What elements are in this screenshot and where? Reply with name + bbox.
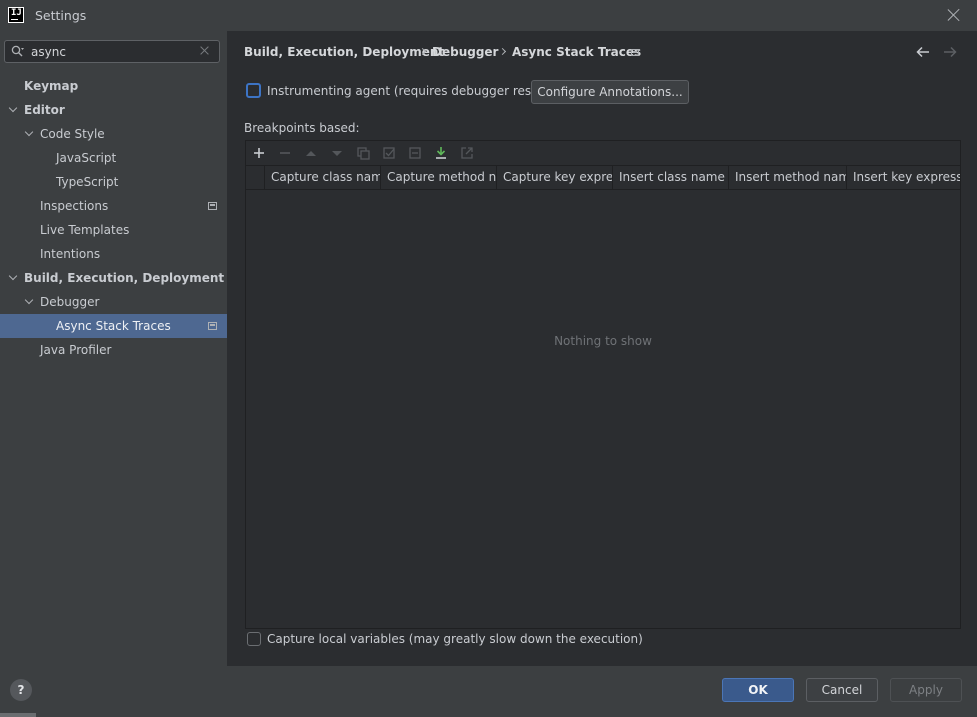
chevron-right-icon — [500, 49, 506, 55]
sidebar-item-label: Build, Execution, Deployment — [24, 271, 225, 285]
sidebar-item-label: Java Profiler — [40, 343, 112, 357]
column-header[interactable]: Capture method n... — [380, 166, 496, 189]
move-up-icon[interactable] — [304, 146, 318, 160]
column-header[interactable]: Insert class name — [612, 166, 728, 189]
sidebar-item-java-profiler[interactable]: Java Profiler — [0, 338, 227, 362]
sidebar-item-async-stack-traces[interactable]: Async Stack Traces — [0, 314, 227, 338]
settings-tree: Keymap Editor Code Style JavaScript TypeScri… — [0, 74, 227, 362]
close-icon[interactable] — [947, 8, 961, 22]
chevron-down-icon[interactable] — [9, 274, 17, 282]
window-title: Settings — [35, 8, 87, 23]
sidebar-item-javascript[interactable]: JavaScript — [0, 146, 227, 170]
settings-content: Build, Execution, Deployment Debugger Asyn… — [227, 31, 977, 666]
breakpoints-table-panel: Capture class name Capture method n... Cap… — [245, 140, 961, 629]
intellij-logo-icon: IJ — [8, 7, 24, 23]
sidebar-item-keymap[interactable]: Keymap — [0, 74, 227, 98]
move-down-icon[interactable] — [330, 146, 344, 160]
forward-arrow-icon[interactable] — [943, 46, 957, 58]
sidebar-item-label: Editor — [24, 103, 65, 117]
sidebar-item-label: Live Templates — [40, 223, 130, 237]
project-scope-icon — [631, 49, 639, 56]
cancel-button[interactable]: Cancel — [806, 678, 878, 702]
instrumenting-agent-checkbox[interactable] — [246, 83, 261, 98]
disable-icon[interactable] — [408, 146, 422, 160]
dialog-footer: ? OK Cancel Apply — [0, 666, 977, 717]
sidebar-item-live-templates[interactable]: Live Templates — [0, 218, 227, 242]
add-icon[interactable] — [252, 146, 266, 160]
column-header[interactable]: Insert key expressi... — [846, 166, 960, 189]
chevron-right-icon — [420, 49, 426, 55]
capture-local-variables-label[interactable]: Capture local variables (may greatly slo… — [267, 632, 643, 646]
column-header[interactable]: Insert method name — [728, 166, 846, 189]
settings-sidebar: Keymap Editor Code Style JavaScript TypeScri… — [0, 31, 227, 666]
table-header: Capture class name Capture method n... Cap… — [246, 165, 960, 190]
table-toolbar — [246, 141, 960, 165]
clear-search-icon[interactable] — [199, 45, 211, 57]
configure-annotations-button[interactable]: Configure Annotations... — [531, 80, 689, 104]
chevron-down-icon[interactable] — [25, 298, 33, 306]
project-scope-icon — [208, 322, 217, 330]
status-strip — [0, 713, 36, 717]
sidebar-item-label: Keymap — [24, 79, 79, 93]
sidebar-item-inspections[interactable]: Inspections — [0, 194, 227, 218]
capture-local-variables-checkbox[interactable] — [247, 632, 261, 646]
breadcrumb-item: Async Stack Traces — [512, 45, 642, 59]
sidebar-item-editor[interactable]: Editor — [0, 98, 227, 122]
sidebar-item-label: Code Style — [40, 127, 105, 141]
sidebar-item-label: TypeScript — [56, 175, 119, 189]
export-icon[interactable] — [460, 146, 474, 160]
sidebar-item-intentions[interactable]: Intentions — [0, 242, 227, 266]
sidebar-item-typescript[interactable]: TypeScript — [0, 170, 227, 194]
help-button[interactable]: ? — [10, 679, 32, 701]
sidebar-item-label: Inspections — [40, 199, 109, 213]
search-icon[interactable] — [11, 45, 25, 59]
sidebar-item-label: Debugger — [40, 295, 100, 309]
column-header[interactable]: Capture class name — [264, 166, 380, 189]
instrumenting-agent-label[interactable]: Instrumenting agent (requires debugger r… — [267, 84, 558, 98]
copy-icon[interactable] — [356, 146, 370, 160]
breadcrumb-item[interactable]: Debugger — [432, 45, 498, 59]
search-field[interactable] — [4, 40, 220, 63]
breadcrumb-item[interactable]: Build, Execution, Deployment — [244, 45, 444, 59]
sidebar-item-label: JavaScript — [56, 151, 117, 165]
sidebar-item-debugger[interactable]: Debugger — [0, 290, 227, 314]
enable-icon[interactable] — [382, 146, 396, 160]
ok-button[interactable]: OK — [722, 678, 794, 702]
sidebar-item-label: Intentions — [40, 247, 101, 261]
sidebar-item-code-style[interactable]: Code Style — [0, 122, 227, 146]
chevron-down-icon[interactable] — [9, 106, 17, 114]
back-arrow-icon[interactable] — [916, 46, 930, 58]
sidebar-item-build-execution-deployment[interactable]: Build, Execution, Deployment — [0, 266, 227, 290]
import-icon[interactable] — [434, 146, 448, 160]
project-scope-icon — [208, 202, 217, 210]
empty-table-message: Nothing to show — [554, 334, 652, 348]
title-bar: IJ Settings — [0, 0, 977, 31]
remove-icon[interactable] — [278, 146, 292, 160]
apply-button[interactable]: Apply — [890, 678, 962, 702]
chevron-down-icon[interactable] — [25, 130, 33, 138]
column-header[interactable]: Capture key expre... — [496, 166, 612, 189]
breakpoints-based-label: Breakpoints based: — [244, 121, 360, 135]
search-input[interactable] — [31, 43, 196, 60]
sidebar-item-label: Async Stack Traces — [56, 319, 171, 333]
